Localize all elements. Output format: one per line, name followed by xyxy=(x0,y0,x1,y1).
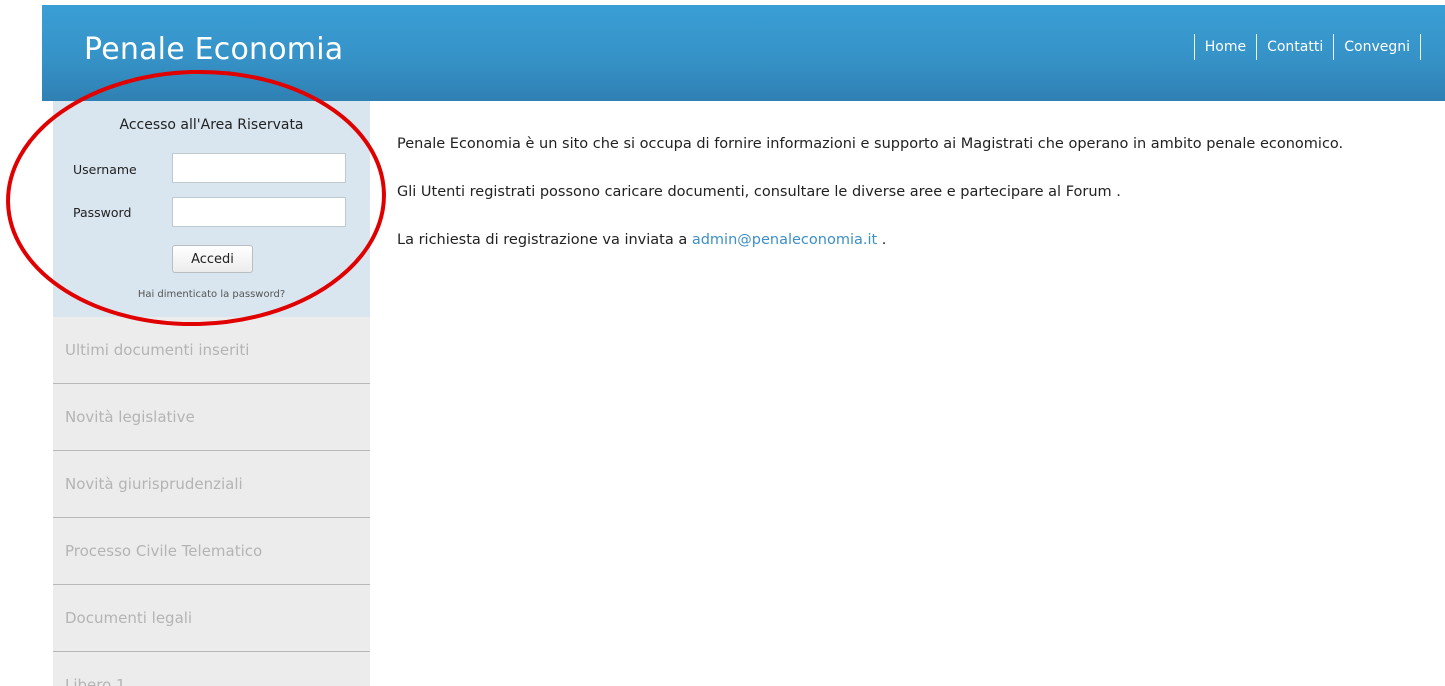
admin-email-link[interactable]: admin@penaleconomia.it xyxy=(692,232,877,248)
registered-users-paragraph: Gli Utenti registrati possono caricare d… xyxy=(397,184,1121,200)
main-content: Penale Economia è un sito che si occupa … xyxy=(397,132,1407,276)
forgot-password-link[interactable]: Hai dimenticato la password? xyxy=(53,289,370,300)
password-label: Password xyxy=(73,205,132,220)
sidebar-item-ultimi-documenti[interactable]: Ultimi documenti inseriti xyxy=(53,317,370,384)
registration-paragraph: La richiesta di registrazione va inviata… xyxy=(397,228,1407,252)
nav-link-convegni[interactable]: Convegni xyxy=(1334,34,1420,60)
nav-divider xyxy=(1420,34,1421,60)
nav-link-contatti[interactable]: Contatti xyxy=(1257,34,1333,60)
password-field[interactable] xyxy=(172,197,346,227)
nav-divider xyxy=(1333,34,1335,60)
nav-link-home[interactable]: Home xyxy=(1195,34,1256,60)
registration-suffix: . xyxy=(877,232,887,248)
registration-text: La richiesta di registrazione va inviata… xyxy=(397,232,692,248)
site-header: Penale Economia Home Contatti Convegni xyxy=(42,0,1445,101)
page: Penale Economia Home Contatti Convegni A… xyxy=(0,0,1445,686)
intro-paragraph: Penale Economia è un sito che si occupa … xyxy=(397,136,1344,152)
sidebar-item-documenti-legali[interactable]: Documenti legali xyxy=(53,585,370,652)
sidebar: Accesso all'Area Riservata Username Pass… xyxy=(53,101,370,686)
username-field[interactable] xyxy=(172,153,346,183)
sidebar-menu: Ultimi documenti inseriti Novità legisla… xyxy=(53,317,370,686)
login-title: Accesso all'Area Riservata xyxy=(119,117,304,133)
login-button[interactable]: Accedi xyxy=(172,245,253,273)
site-title[interactable]: Penale Economia xyxy=(84,32,343,67)
nav-divider xyxy=(1193,34,1195,60)
username-label: Username xyxy=(73,162,137,177)
nav-divider xyxy=(1256,34,1258,60)
top-navigation: Home Contatti Convegni xyxy=(1193,34,1421,60)
login-form: Accesso all'Area Riservata Username Pass… xyxy=(53,101,370,317)
sidebar-item-processo-civile-telematico[interactable]: Processo Civile Telematico xyxy=(53,518,370,585)
sidebar-item-libero-1[interactable]: Libero 1 xyxy=(53,652,370,686)
sidebar-item-novita-giurisprudenziali[interactable]: Novità giurisprudenziali xyxy=(53,451,370,518)
sidebar-item-novita-legislative[interactable]: Novità legislative xyxy=(53,384,370,451)
